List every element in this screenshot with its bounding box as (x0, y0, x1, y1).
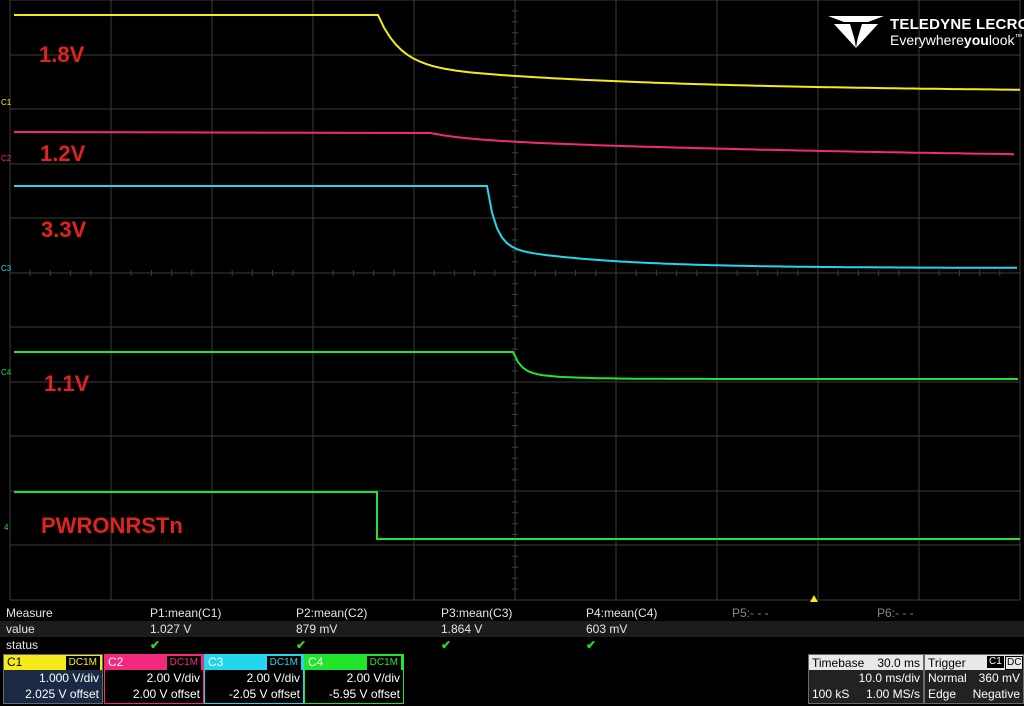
p4-header[interactable]: P4:mean(C4) (586, 606, 657, 620)
measure-status-row: status ✔ ✔ ✔ ✔ (0, 637, 1024, 653)
p1-header[interactable]: P1:mean(C1) (150, 606, 221, 620)
tagline-tm: ™ (1014, 32, 1023, 42)
p2-header[interactable]: P2:mean(C2) (296, 606, 367, 620)
channel-c1-box[interactable]: C1 DC1M 1.000 V/div 2.025 V offset (3, 654, 103, 704)
graticule (9, 0, 1021, 601)
p4-status-check-icon: ✔ (586, 638, 597, 652)
timebase-rate: 1.00 MS/s (865, 687, 920, 701)
measure-value-row: value 1.027 V 879 mV 1.864 V 603 mV (0, 621, 1024, 637)
value-label: value (6, 622, 35, 636)
measure-table[interactable]: Measure P1:mean(C1) P2:mean(C2) P3:mean(… (0, 605, 1024, 653)
trace-label-1v2: 1.2V (40, 141, 86, 166)
p2-value: 879 mV (296, 622, 338, 636)
p3-header[interactable]: P3:mean(C3) (441, 606, 512, 620)
tagline-part2: you (963, 32, 989, 48)
trigger-box[interactable]: Trigger C1 DC Normal 360 mV Edge Negativ… (924, 654, 1024, 704)
trace-label-3v3: 3.3V (41, 217, 87, 242)
trace-label-pwronrstn: PWRONRSTn (41, 513, 183, 538)
trigger-slope: Negative (972, 687, 1020, 701)
timebase-label: Timebase (812, 656, 865, 670)
measure-title: Measure (6, 606, 53, 620)
tagline-part1: Everywhere (890, 32, 964, 48)
trigger-mode: Normal (928, 671, 967, 685)
p1-status-check-icon: ✔ (150, 638, 161, 652)
channel-c4-box[interactable]: C4 DC1M 2.00 V/div -5.95 V offset (304, 654, 404, 704)
p5-header[interactable]: P5:- - - (732, 606, 769, 620)
c2-coupling: DC1M (166, 656, 201, 670)
timebase-delay: 30.0 ms (877, 656, 920, 670)
c3-coupling: DC1M (266, 656, 301, 670)
c1-vdiv: 1.000 V/div (38, 671, 99, 685)
p4-value: 603 mV (586, 622, 628, 636)
timebase-samples: 100 kS (812, 687, 850, 701)
channel-c2-box[interactable]: C2 DC1M 2.00 V/div 2.00 V offset (104, 654, 204, 704)
c4-vdiv: 2.00 V/div (346, 671, 400, 685)
c2-vdiv: 2.00 V/div (146, 671, 200, 685)
trace-c2 (13, 131, 1015, 156)
c4-coupling: DC1M (366, 656, 401, 670)
trace-label-1v1: 1.1V (44, 371, 90, 396)
c2-offset: 2.00 V offset (132, 687, 200, 701)
timebase-tdiv: 10.0 ms/div (858, 671, 920, 685)
channel-c3-box[interactable]: C3 DC1M 2.00 V/div -2.05 V offset (204, 654, 304, 704)
status-label: status (6, 638, 39, 652)
c2-offset-marker[interactable]: C2 (1, 154, 11, 163)
trace-label-1v8: 1.8V (39, 42, 85, 67)
trigger-type: Edge (928, 687, 957, 701)
c1-offset: 2.025 V offset (25, 687, 99, 701)
c2-name: C2 (108, 655, 124, 669)
teledyne-mark-icon (828, 16, 884, 48)
waveform-display[interactable]: 1.8V 1.2V 3.3V 1.1V PWRONRSTn C1 C2 C3 C… (0, 0, 1024, 605)
c3-offset: -2.05 V offset (228, 687, 300, 701)
trigger-coupling: DC (1005, 656, 1024, 670)
p3-status-check-icon: ✔ (441, 638, 452, 652)
c3-name: C3 (208, 655, 224, 669)
c4-offset: -5.95 V offset (328, 687, 400, 701)
timebase-box[interactable]: Timebase 30.0 ms 10.0 ms/div 100 kS 1.00… (808, 654, 924, 704)
trace-c4-upper (14, 351, 1018, 380)
c3-offset-marker[interactable]: C3 (1, 264, 11, 273)
trigger-position-marker[interactable] (810, 595, 818, 602)
p2-status-check-icon: ✔ (296, 638, 307, 652)
c1-name: C1 (7, 655, 23, 669)
measure-header-row: Measure P1:mean(C1) P2:mean(C2) P3:mean(… (0, 605, 1024, 621)
c1-coupling: DC1M (65, 656, 100, 670)
logo-brand-text: TELEDYNE LECROY (890, 16, 1024, 33)
c4-name: C4 (308, 655, 324, 669)
p6-header[interactable]: P6:- - - (877, 606, 914, 620)
trigger-label: Trigger (928, 656, 966, 670)
trigger-source: C1 (987, 656, 1004, 668)
tagline-part3: look (988, 32, 1015, 48)
c4b-offset-marker[interactable]: 4 (4, 523, 8, 532)
c1-offset-marker[interactable]: C1 (1, 98, 11, 107)
p1-value: 1.027 V (150, 622, 192, 636)
logo-tagline: Everywhereyoulook™ (890, 32, 1023, 48)
c3-vdiv: 2.00 V/div (246, 671, 300, 685)
trigger-level: 360 mV (978, 671, 1020, 685)
p3-value: 1.864 V (441, 622, 483, 636)
teledyne-lecroy-logo: TELEDYNE LECROY Everywhereyoulook™ (828, 16, 1024, 50)
c4-offset-marker[interactable]: C4 (1, 368, 11, 377)
